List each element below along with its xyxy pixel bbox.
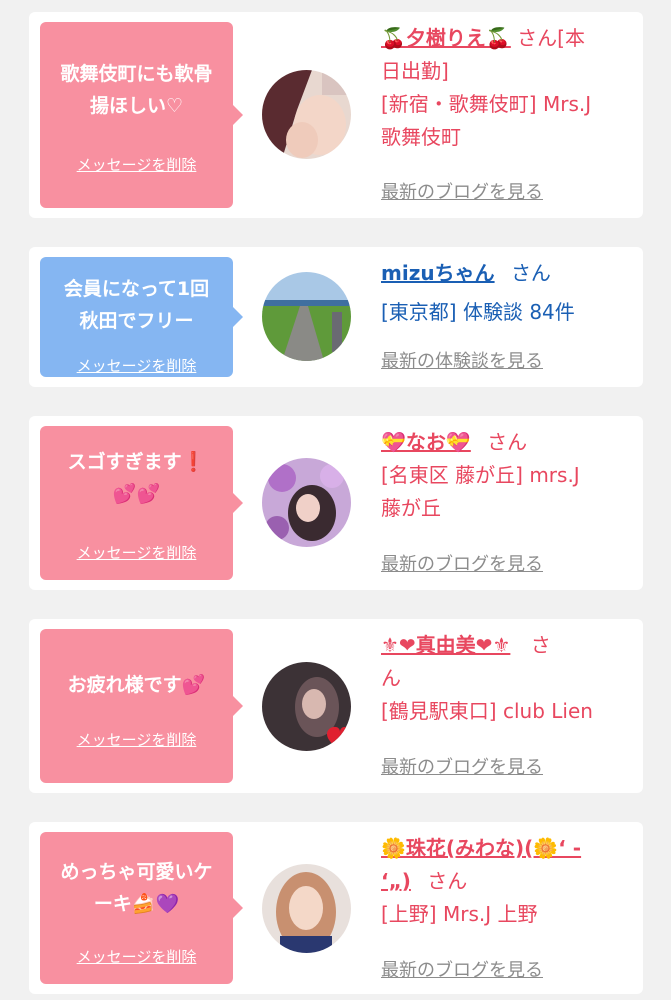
sender-name-link[interactable]: 💝なお💝 <box>381 430 471 454</box>
woman-heart-icon <box>262 662 351 751</box>
latest-blog-link[interactable]: 最新のブログを見る <box>381 956 543 982</box>
message-text: めっちゃ可愛いケ <box>60 861 213 883</box>
message-text: お疲れ様です💕 <box>67 674 206 696</box>
landscape-road-icon <box>262 272 351 361</box>
sender-info: ⚜❤真由美❤⚜ さ ん [鶴見駅東口] club Lien <box>381 629 633 728</box>
sender-info: mizuちゃん さん [東京都] 体験談 84件 <box>381 257 633 329</box>
delete-message-link[interactable]: メッセージを削除 <box>40 154 233 175</box>
honorific: さん <box>427 869 468 893</box>
message-bubble: スゴすぎます❗ 💕💕 メッセージを削除 <box>40 426 243 580</box>
list-item: めっちゃ可愛いケ ーキ🍰💜 メッセージを削除 🌼珠花(みわな)(🌼‘ - ‘„)… <box>29 822 643 994</box>
list-item: スゴすぎます❗ 💕💕 メッセージを削除 💝なお💝 さん [名東区 藤が丘] mr… <box>29 416 643 590</box>
sender-detail: ん <box>381 666 401 690</box>
avatar[interactable] <box>262 864 351 953</box>
sender-detail: [上野] Mrs.J 上野 <box>381 902 538 926</box>
woman-blonde-icon <box>262 864 351 953</box>
avatar[interactable] <box>262 70 351 159</box>
list-item: 会員になって1回 秋田でフリー メッセージを削除 mizuちゃん さん [東京都… <box>29 247 643 387</box>
delete-message-link[interactable]: メッセージを削除 <box>40 729 233 750</box>
message-text: 秋田でフリー <box>79 310 194 332</box>
honorific: さん <box>487 430 528 454</box>
message-bubble: めっちゃ可愛いケ ーキ🍰💜 メッセージを削除 <box>40 832 243 984</box>
woman-photo-icon <box>262 70 351 159</box>
latest-blog-link[interactable]: 最新のブログを見る <box>381 550 543 576</box>
honorific: さん[本 <box>517 26 585 50</box>
message-text: 会員になって1回 <box>63 278 210 300</box>
avatar[interactable] <box>262 458 351 547</box>
sender-detail: 歌舞伎町 <box>381 125 461 149</box>
sender-name-link[interactable]: 🍒夕樹りえ🍒 <box>381 26 511 50</box>
avatar[interactable] <box>262 662 351 751</box>
honorific: さ <box>530 633 551 657</box>
sender-info: 💝なお💝 さん [名東区 藤が丘] mrs.J 藤が丘 <box>381 426 633 525</box>
message-list: 歌舞伎町にも軟骨 揚ほしい♡ メッセージを削除 🍒夕樹りえ🍒 さん[本 日出勤]… <box>0 0 671 1000</box>
message-text: ーキ🍰💜 <box>93 893 180 915</box>
sender-info: 🍒夕樹りえ🍒 さん[本 日出勤] [新宿・歌舞伎町] Mrs.J 歌舞伎町 <box>381 22 633 154</box>
message-text: 歌舞伎町にも軟骨 <box>60 63 213 85</box>
delete-message-link[interactable]: メッセージを削除 <box>40 946 233 967</box>
delete-message-link[interactable]: メッセージを削除 <box>40 542 233 563</box>
latest-blog-link[interactable]: 最新のブログを見る <box>381 178 543 204</box>
sender-detail: [新宿・歌舞伎町] Mrs.J <box>381 92 592 116</box>
sender-detail: [鶴見駅東口] club Lien <box>381 699 593 723</box>
sender-name-link[interactable]: mizuちゃん <box>381 261 495 285</box>
list-item: お疲れ様です💕 メッセージを削除 ⚜❤真由美❤⚜ さ ん [鶴見駅東口] clu… <box>29 619 643 793</box>
sender-detail: [名東区 藤が丘] mrs.J <box>381 463 580 487</box>
sender-name-link[interactable]: 🌼珠花(みわな)(🌼‘ - <box>381 836 581 860</box>
sender-detail: 日出勤] <box>381 59 449 83</box>
message-bubble: 歌舞伎町にも軟骨 揚ほしい♡ メッセージを削除 <box>40 22 243 208</box>
latest-review-link[interactable]: 最新の体験談を見る <box>381 347 543 373</box>
latest-blog-link[interactable]: 最新のブログを見る <box>381 753 543 779</box>
sender-name-link-cont[interactable]: ‘„) <box>381 869 411 893</box>
sender-info: 🌼珠花(みわな)(🌼‘ - ‘„) さん [上野] Mrs.J 上野 <box>381 832 633 931</box>
message-text: スゴすぎます❗ <box>67 451 206 473</box>
message-bubble: 会員になって1回 秋田でフリー メッセージを削除 <box>40 257 243 377</box>
honorific: さん <box>510 261 551 285</box>
sender-detail: 藤が丘 <box>381 496 441 520</box>
message-bubble: お疲れ様です💕 メッセージを削除 <box>40 629 243 783</box>
delete-message-link[interactable]: メッセージを削除 <box>40 355 233 376</box>
avatar[interactable] <box>262 272 351 361</box>
sender-name-link[interactable]: ⚜❤真由美❤⚜ <box>381 633 510 657</box>
message-text: 揚ほしい♡ <box>89 95 184 117</box>
woman-flowers-icon <box>262 458 351 547</box>
list-item: 歌舞伎町にも軟骨 揚ほしい♡ メッセージを削除 🍒夕樹りえ🍒 さん[本 日出勤]… <box>29 12 643 218</box>
message-text: 💕💕 <box>112 483 161 505</box>
sender-detail: [東京都] 体験談 84件 <box>381 300 575 324</box>
